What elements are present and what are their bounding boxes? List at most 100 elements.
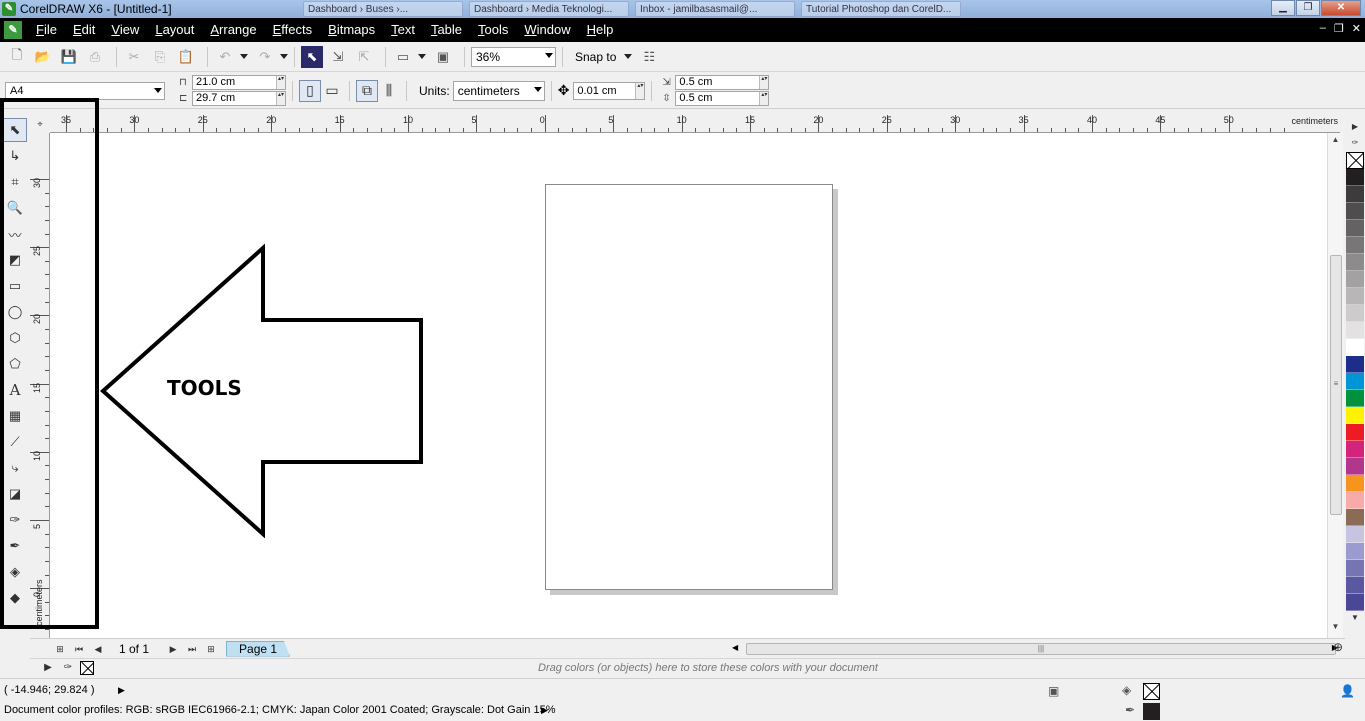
menu-text[interactable]: Text: [383, 18, 423, 42]
color-swatch[interactable]: [1346, 271, 1364, 288]
first-page-icon[interactable]: ⏮: [71, 641, 87, 657]
horizontal-scrollbar[interactable]: ◀ ||| ▶: [730, 641, 1350, 657]
landscape-icon[interactable]: ▭: [321, 80, 343, 102]
add-page-icon[interactable]: ⊞: [203, 641, 219, 657]
color-swatch[interactable]: [1346, 492, 1364, 509]
scroll-left-arrow[interactable]: ◀: [732, 643, 738, 652]
color-swatch[interactable]: [1346, 169, 1364, 186]
scroll-down-arrow[interactable]: ▼: [1328, 622, 1343, 636]
snap-to-dropdown[interactable]: Snap to: [575, 50, 633, 64]
menu-edit[interactable]: Edit: [65, 18, 103, 42]
next-page-icon[interactable]: ▶: [165, 641, 181, 657]
undo-icon[interactable]: ↶: [214, 46, 236, 68]
taskbar-tab[interactable]: Dashboard › Buses ›...: [303, 1, 463, 17]
page-height-field[interactable]: 29.7 cm ▴▾: [192, 91, 286, 106]
palette-eyedropper-icon[interactable]: ✑: [1348, 136, 1362, 150]
last-page-icon[interactable]: ⏭: [184, 641, 200, 657]
color-swatch[interactable]: [1346, 543, 1364, 560]
menu-bitmaps[interactable]: Bitmaps: [320, 18, 383, 42]
coordinates-menu-arrow[interactable]: ▶: [118, 685, 125, 696]
page-width-field[interactable]: 21.0 cm ▴▾: [192, 75, 286, 90]
color-swatch[interactable]: [1346, 475, 1364, 492]
fill-color-swatch[interactable]: [1143, 683, 1160, 700]
restore-button[interactable]: ❐: [1296, 0, 1320, 16]
color-swatch[interactable]: [1346, 220, 1364, 237]
vertical-scrollbar[interactable]: ▲ ≡ ▼: [1327, 133, 1343, 638]
units-combo[interactable]: centimeters: [452, 80, 545, 101]
options-icon[interactable]: ☷: [638, 46, 660, 68]
close-window-button[interactable]: ✕: [1321, 0, 1361, 16]
save-icon[interactable]: 💾: [58, 46, 80, 68]
navigator-zoom-icon[interactable]: ⊕: [1333, 640, 1343, 654]
docpal-menu-icon[interactable]: ▶: [40, 660, 56, 676]
page-size-dropdown-arrow[interactable]: [154, 87, 162, 93]
color-swatch[interactable]: [1346, 458, 1364, 475]
nudge-distance-field[interactable]: 0.01 cm ▴▾: [573, 81, 646, 100]
menu-file[interactable]: File: [28, 18, 65, 42]
new-document-icon[interactable]: 🗋: [6, 46, 28, 68]
menu-window[interactable]: Window: [516, 18, 578, 42]
doc-restore-icon[interactable]: ❐: [1334, 22, 1344, 35]
zoom-level-combo[interactable]: 36%: [471, 46, 556, 67]
color-proof-icon[interactable]: ▣: [1048, 684, 1059, 698]
page-size-combo[interactable]: A4: [5, 81, 165, 100]
color-swatch[interactable]: [1346, 441, 1364, 458]
previous-page-icon[interactable]: ◀: [90, 641, 106, 657]
menu-view[interactable]: View: [103, 18, 147, 42]
color-swatch[interactable]: [1346, 305, 1364, 322]
corel-logo-icon[interactable]: ✎: [4, 21, 22, 39]
application-launcher-icon[interactable]: ▭: [392, 46, 414, 68]
color-swatch[interactable]: [1346, 390, 1364, 407]
color-swatch[interactable]: [1346, 407, 1364, 424]
color-swatch[interactable]: [1346, 322, 1364, 339]
menu-layout[interactable]: Layout: [147, 18, 202, 42]
current-page-icon[interactable]: ⫼: [378, 80, 400, 102]
color-swatch[interactable]: [1346, 424, 1364, 441]
menu-tools[interactable]: Tools: [470, 18, 516, 42]
zoom-dropdown-arrow[interactable]: [545, 52, 553, 58]
copy-icon[interactable]: ⎘: [149, 46, 171, 68]
duplicate-x-field[interactable]: 0.5 cm ▴▾: [675, 75, 770, 90]
portrait-icon[interactable]: ▯: [299, 79, 321, 102]
horizontal-scroll-thumb[interactable]: |||: [746, 643, 1336, 655]
page-height-spinner[interactable]: ▴▾: [276, 92, 285, 105]
menu-effects[interactable]: Effects: [265, 18, 321, 42]
page-width-spinner[interactable]: ▴▾: [276, 76, 285, 89]
snap-dropdown-arrow[interactable]: [624, 54, 633, 59]
color-swatch[interactable]: [1346, 339, 1364, 356]
all-pages-icon[interactable]: ⧉: [356, 79, 378, 102]
units-dropdown-arrow[interactable]: [533, 86, 542, 92]
open-folder-icon[interactable]: 📂: [32, 46, 54, 68]
duplicate-x-spinner[interactable]: ▴▾: [759, 76, 769, 89]
horizontal-ruler[interactable]: 35 30 25 20 15 10 5 0 5 10 15 20 25 30 35 40 45 50 centime…: [50, 115, 1340, 133]
document-palette[interactable]: ▶ ✑ Drag colors (or objects) here to sto…: [30, 658, 1365, 677]
redo-icon[interactable]: ↷: [254, 46, 276, 68]
doc-minimize-icon[interactable]: –: [1320, 22, 1326, 35]
color-swatch[interactable]: [1346, 594, 1364, 611]
fill-indicator-icon[interactable]: ◈: [1122, 683, 1131, 697]
nudge-distance-spinner[interactable]: ▴▾: [635, 82, 645, 99]
minimize-button[interactable]: ▁: [1271, 0, 1295, 16]
color-swatch[interactable]: [1346, 203, 1364, 220]
docpal-no-color-swatch[interactable]: [80, 661, 94, 675]
paste-icon[interactable]: 📋: [175, 46, 197, 68]
menu-help[interactable]: Help: [579, 18, 622, 42]
color-swatch[interactable]: [1346, 237, 1364, 254]
taskbar-tab[interactable]: Inbox - jamilbasasmail@...: [635, 1, 795, 17]
docker-toggle-icon[interactable]: ⊞: [52, 641, 68, 657]
duplicate-y-field[interactable]: 0.5 cm ▴▾: [675, 91, 770, 106]
outline-indicator-icon[interactable]: ✒: [1125, 703, 1135, 717]
export-icon[interactable]: ⇱: [353, 46, 375, 68]
user-account-icon[interactable]: 👤: [1340, 684, 1355, 698]
duplicate-y-spinner[interactable]: ▴▾: [759, 92, 769, 105]
taskbar-tab[interactable]: Dashboard › Media Teknologi...: [469, 1, 629, 17]
scroll-up-arrow[interactable]: ▲: [1328, 135, 1343, 149]
print-icon[interactable]: ⎙: [84, 46, 106, 68]
color-swatch[interactable]: [1346, 373, 1364, 390]
palette-scroll-down-icon[interactable]: ▼: [1348, 611, 1362, 625]
color-swatch[interactable]: [1346, 288, 1364, 305]
color-swatch[interactable]: [1346, 577, 1364, 594]
import-icon[interactable]: ⇲: [327, 46, 349, 68]
color-swatch[interactable]: [1346, 526, 1364, 543]
welcome-screen-icon[interactable]: ▣: [432, 46, 454, 68]
